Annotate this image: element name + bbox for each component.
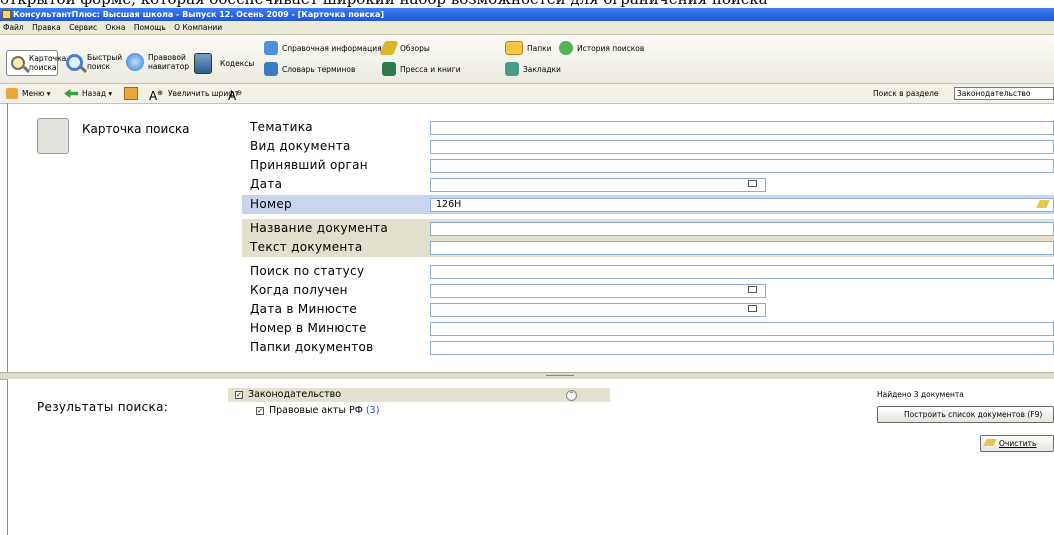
- field-label: Тематика: [250, 120, 313, 134]
- menu-icon: [6, 88, 18, 99]
- pen-icon: [379, 41, 399, 55]
- field-row-date[interactable]: Дата: [242, 175, 1054, 194]
- card-label: Карточка поиска: [82, 122, 190, 136]
- legal-navigator-button[interactable]: Правовой навигатор: [126, 53, 194, 71]
- font-decrease-icon[interactable]: A⊖: [228, 84, 242, 106]
- field-input[interactable]: 126Н: [430, 198, 1054, 212]
- found-count-text: Найдено 3 документа: [877, 390, 964, 399]
- field-label: Текст документа: [250, 240, 363, 254]
- field-label: Дата в Минюсте: [250, 302, 358, 316]
- collapse-icon[interactable]: ⌃: [566, 390, 577, 401]
- field-label: Вид документа: [250, 139, 351, 153]
- print-icon[interactable]: [124, 87, 138, 100]
- field-row-adopting-body[interactable]: Принявший орган: [242, 156, 1054, 175]
- cut-off-document-text: открытой форме, которая обеспечивает шир…: [0, 0, 1054, 8]
- field-row-doc-folders[interactable]: Папки документов: [242, 338, 1054, 357]
- field-row-number[interactable]: Номер 126Н: [242, 195, 1054, 214]
- field-label: Поиск по статусу: [250, 264, 365, 278]
- field-input[interactable]: [430, 303, 766, 317]
- tree-child-count[interactable]: (3): [366, 405, 379, 416]
- info-icon: [264, 41, 278, 55]
- build-list-button[interactable]: Построить список документов (F9): [877, 406, 1054, 423]
- menu-service[interactable]: Сервис: [69, 23, 97, 32]
- terms-dictionary-button[interactable]: Словарь терминов: [264, 62, 355, 76]
- field-row-doc-title[interactable]: Название документа: [242, 219, 1054, 238]
- field-label: Номер: [250, 197, 292, 211]
- codes-button[interactable]: Кодексы: [194, 53, 254, 74]
- field-label: Номер в Минюсте: [250, 321, 367, 335]
- field-row-minjust-date[interactable]: Дата в Минюсте: [242, 300, 1054, 319]
- card-search-icon: [37, 118, 69, 154]
- eraser-icon: [983, 439, 997, 446]
- field-label: Когда получен: [250, 283, 348, 297]
- tree-child-checkbox[interactable]: ✓: [256, 406, 264, 415]
- menu-edit[interactable]: Правка: [32, 23, 61, 32]
- books-icon: [382, 62, 396, 76]
- bookmark-icon: [505, 62, 519, 76]
- reference-info-button[interactable]: Справочная информация: [264, 41, 382, 55]
- app-icon: [2, 10, 11, 19]
- splitter-grip[interactable]: [546, 375, 574, 376]
- field-input[interactable]: [430, 178, 766, 192]
- magnifier-icon: [66, 53, 83, 71]
- tree-child-row[interactable]: ✓ Правовые акты РФ (3): [256, 404, 379, 418]
- field-row-received[interactable]: Когда получен: [242, 281, 1054, 300]
- quick-search-button[interactable]: Быстрый поиск: [66, 53, 122, 71]
- calendar-icon[interactable]: [748, 180, 757, 187]
- magnifier-icon: [11, 56, 25, 70]
- book-icon: [194, 53, 212, 74]
- field-input[interactable]: [430, 159, 1054, 173]
- calendar-icon[interactable]: [748, 286, 757, 293]
- reviews-button[interactable]: Обзоры: [379, 41, 430, 55]
- menu-file[interactable]: Файл: [3, 23, 24, 32]
- dictionary-icon: [264, 62, 278, 76]
- window-title: КонсультантПлюс: Высшая школа - Выпуск 1…: [13, 10, 385, 19]
- bookmarks-button[interactable]: Закладки: [505, 62, 561, 76]
- field-row-status-search[interactable]: Поиск по статусу: [242, 262, 1054, 281]
- field-input[interactable]: [430, 140, 1054, 154]
- back-arrow-icon: [64, 89, 78, 98]
- results-label: Результаты поиска:: [37, 400, 169, 414]
- field-label: Папки документов: [250, 340, 374, 354]
- compass-icon: [126, 53, 144, 71]
- field-label: Принявший орган: [250, 158, 368, 172]
- field-label: Название документа: [250, 221, 389, 235]
- clear-button[interactable]: Очистить: [980, 435, 1054, 452]
- search-in-section-label: Поиск в разделе: [873, 89, 939, 98]
- field-input[interactable]: [430, 322, 1054, 336]
- section-select[interactable]: Законодательство: [954, 87, 1054, 100]
- menu-help[interactable]: Помощь: [134, 23, 166, 32]
- press-books-button[interactable]: Пресса и книги: [382, 62, 461, 76]
- field-label: Дата: [250, 177, 283, 191]
- back-button[interactable]: Назад ▾: [82, 84, 112, 103]
- card-search-button[interactable]: Карточка поиска: [6, 50, 66, 76]
- navigation-bar: Меню ▾ Назад ▾ A⊕ Увеличить шрифт A⊖ Пои…: [0, 84, 1054, 104]
- field-input[interactable]: [430, 284, 766, 298]
- window-title-bar[interactable]: КонсультантПлюс: Высшая школа - Выпуск 1…: [0, 8, 1054, 21]
- menu-dropdown-button[interactable]: Меню ▾: [22, 84, 50, 103]
- field-input[interactable]: [430, 265, 1054, 279]
- field-row-doc-text[interactable]: Текст документа: [242, 238, 1054, 257]
- calendar-icon[interactable]: [748, 305, 757, 312]
- field-input[interactable]: [430, 222, 1054, 236]
- tree-root-checkbox[interactable]: ✓: [235, 390, 243, 399]
- tree-root-row[interactable]: ✓ Законодательство ⌃: [228, 388, 610, 402]
- main-toolbar: Карточка поиска Быстрый поиск Правовой н…: [0, 35, 1054, 84]
- menu-bar: Файл Правка Сервис Окна Помощь О Компани…: [0, 21, 1054, 35]
- field-row-topic[interactable]: Тематика: [242, 118, 1054, 137]
- field-input[interactable]: [430, 121, 1054, 135]
- folders-button[interactable]: Папки: [505, 41, 552, 55]
- field-input[interactable]: [430, 241, 1054, 255]
- search-history-button[interactable]: История поисков: [559, 41, 644, 55]
- menu-windows[interactable]: Окна: [105, 23, 125, 32]
- folder-icon: [505, 41, 523, 55]
- field-row-minjust-number[interactable]: Номер в Минюсте: [242, 319, 1054, 338]
- menu-about[interactable]: О Компании: [174, 23, 222, 32]
- field-row-doc-type[interactable]: Вид документа: [242, 137, 1054, 156]
- history-icon: [559, 41, 573, 55]
- field-input[interactable]: [430, 341, 1054, 355]
- font-increase-icon: A⊕: [149, 89, 164, 103]
